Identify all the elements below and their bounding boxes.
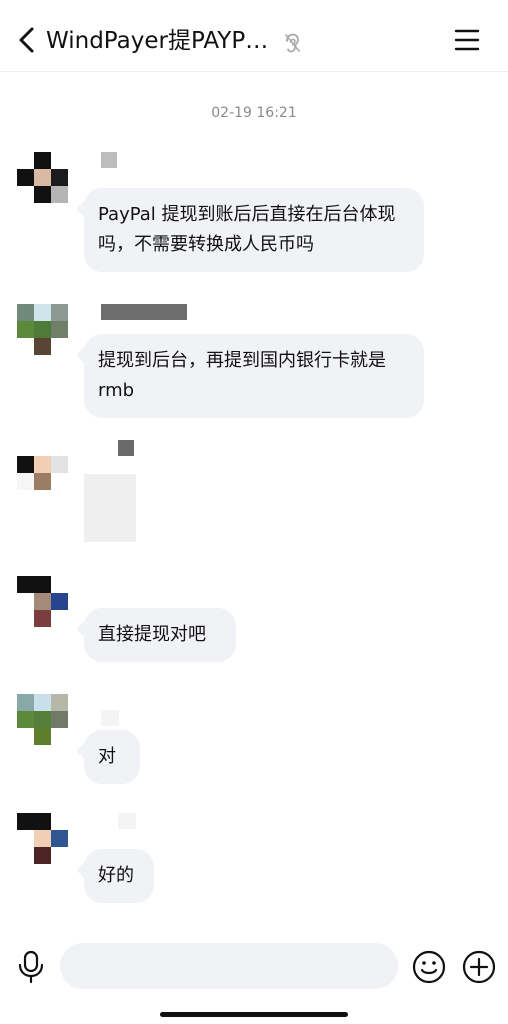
sender-name — [101, 152, 117, 168]
image-message[interactable] — [84, 474, 136, 542]
chat-title[interactable]: WindPayer提PAYP… — [46, 26, 268, 56]
avatar[interactable] — [17, 576, 69, 628]
avatar[interactable] — [17, 152, 69, 204]
sender-name — [101, 710, 119, 726]
emoji-button[interactable] — [412, 950, 446, 984]
voice-button[interactable] — [16, 950, 46, 984]
home-indicator — [160, 1012, 348, 1017]
message-input[interactable] — [60, 943, 398, 989]
more-button[interactable] — [462, 950, 496, 984]
message-timestamp: 02-19 16:21 — [211, 105, 297, 121]
sender-name — [118, 813, 136, 829]
message-bubble[interactable]: 提现到后台，再提到国内银行卡就是rmb — [84, 334, 424, 418]
message-bubble[interactable]: PayPal 提现到账后后直接在后台体现吗，不需要转换成人民币吗 — [84, 188, 424, 272]
sender-name — [118, 440, 134, 456]
avatar[interactable] — [17, 813, 69, 865]
message-bubble[interactable]: 直接提现对吧 — [84, 608, 236, 662]
avatar[interactable] — [17, 304, 69, 356]
message-bubble[interactable]: 好的 — [84, 849, 154, 903]
smiley-icon — [412, 950, 446, 984]
chat-header: WindPayer提PAYP… — [0, 0, 508, 72]
sender-name — [101, 304, 187, 320]
hamburger-menu-icon — [454, 29, 480, 51]
avatar[interactable] — [17, 456, 69, 508]
menu-button[interactable] — [454, 28, 480, 52]
back-button[interactable] — [14, 24, 42, 56]
plus-circle-icon — [462, 950, 496, 984]
ear-icon — [284, 33, 300, 53]
avatar[interactable] — [17, 694, 69, 746]
message-bubble[interactable]: 对 — [84, 730, 140, 784]
microphone-icon — [18, 950, 44, 984]
chevron-left-icon — [19, 27, 34, 53]
